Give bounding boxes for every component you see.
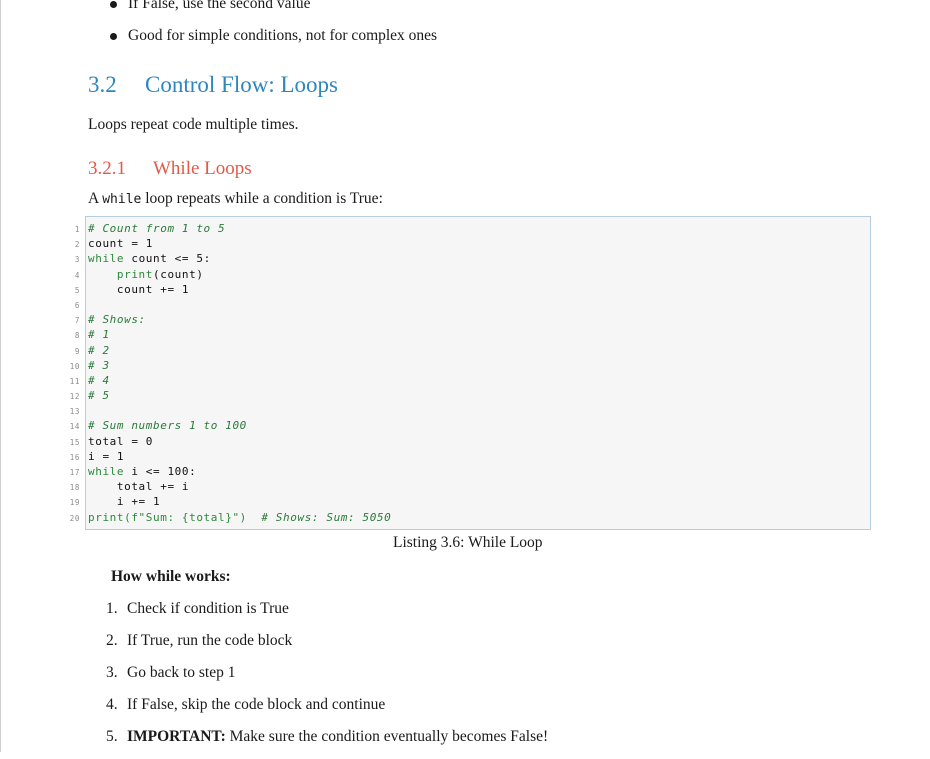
bullet-list: If False, use the second value Good for … xyxy=(108,0,437,56)
code-keyword: print xyxy=(116,267,154,281)
code-line: 14 # Sum numbers 1 to 100 xyxy=(66,418,391,433)
code-line: 18 total += i xyxy=(66,479,391,494)
line-number: 15 xyxy=(69,437,80,447)
code-line: 17 while i <= 100: xyxy=(66,464,391,479)
step-item: 3. Go back to step 1 xyxy=(106,663,548,695)
inline-code: while xyxy=(102,192,142,207)
line-number: 11 xyxy=(69,376,80,386)
line-number: 18 xyxy=(69,483,80,493)
line-number: 9 xyxy=(74,346,80,356)
intro-before: A xyxy=(88,190,103,207)
line-number: 1 xyxy=(74,225,80,234)
code-text: # Count from 1 to 5 xyxy=(88,222,226,235)
code-line: 5 count += 1 xyxy=(66,282,391,297)
section-number: 3.2 xyxy=(88,72,117,97)
code-line: 20 print(f"Sum: {total}") # Shows: Sum: 5… xyxy=(66,510,391,525)
code-line: 19 i += 1 xyxy=(66,494,391,509)
line-number: 3 xyxy=(74,255,80,265)
step-number: 4. xyxy=(106,696,118,713)
code-text: # 1 xyxy=(88,328,110,342)
code-line: 11 # 4 xyxy=(66,373,391,388)
code-text: total = 0 xyxy=(88,434,154,448)
listing-caption: Listing 3.6: While Loop xyxy=(393,534,543,551)
code-text: count += 1 xyxy=(88,282,190,296)
code-line: 4 print(count) xyxy=(66,267,391,282)
code-text: i += 1 xyxy=(88,495,161,509)
code-text: count <= 5: xyxy=(124,252,211,266)
code-keyword: while xyxy=(88,465,125,478)
step-text: Make sure the condition eventually becom… xyxy=(225,728,549,745)
line-number: 20 xyxy=(69,513,80,523)
line-number: 16 xyxy=(69,452,80,462)
line-number: 19 xyxy=(69,498,80,508)
code-text: # 4 xyxy=(88,373,110,387)
code-line: 13 xyxy=(66,403,391,418)
code-text: # Shows: xyxy=(88,313,146,327)
line-number: 2 xyxy=(74,240,80,250)
code-text: i = 1 xyxy=(88,449,125,463)
code-line: 12 # 5 xyxy=(66,388,391,403)
line-number: 8 xyxy=(74,331,80,341)
section-intro: Loops repeat code multiple times. xyxy=(88,116,299,133)
code-line: 10 # 3 xyxy=(66,358,391,373)
subsection-number: 3.2.1 xyxy=(88,158,126,179)
subsection-heading: 3.2.1 While Loops xyxy=(88,158,252,180)
step-emphasis: IMPORTANT: xyxy=(127,728,226,745)
code-text: (count) xyxy=(153,267,204,281)
code-line: 15 total = 0 xyxy=(66,434,391,449)
section-heading: 3.2 Control Flow: Loops xyxy=(88,72,338,98)
step-text: If True, run the code block xyxy=(127,632,293,649)
step-item: 2. If True, run the code block xyxy=(106,631,548,663)
step-item: 4. If False, skip the code block and cont… xyxy=(106,695,548,727)
code-text: i <= 100: xyxy=(124,465,197,478)
code-listing: 1 # Count from 1 to 5 2 count = 1 3 while cou… xyxy=(66,221,391,525)
code-keyword: print(f"Sum: {total}") xyxy=(88,510,247,524)
code-text: total += i xyxy=(88,480,190,494)
intro-paragraph: A while loop repeats while a condition i… xyxy=(88,190,383,208)
line-number: 5 xyxy=(74,285,80,295)
step-text: Check if condition is True xyxy=(127,600,289,617)
bullet-item: Good for simple conditions, not for comp… xyxy=(108,24,437,56)
bullet-item: If False, use the second value xyxy=(108,0,437,24)
step-item: 5. IMPORTANT: Make sure the condition eve… xyxy=(106,727,548,759)
line-number: 4 xyxy=(74,270,80,280)
how-title: How while works: xyxy=(111,568,231,585)
code-text: # Sum numbers 1 to 100 xyxy=(88,419,247,433)
code-text: # 3 xyxy=(88,358,110,372)
line-number: 6 xyxy=(74,300,80,310)
line-number: 14 xyxy=(69,422,80,432)
code-text: count = 1 xyxy=(88,237,154,251)
code-keyword: while xyxy=(88,252,125,266)
step-item: 1. Check if condition is True xyxy=(106,599,548,631)
code-text: # 5 xyxy=(88,389,110,403)
subsection-title: While Loops xyxy=(153,158,252,179)
intro-after: loop repeats while a condition is True: xyxy=(141,190,383,207)
code-line: 8 # 1 xyxy=(66,327,391,342)
code-line: 16 i = 1 xyxy=(66,449,391,464)
code-line: 2 count = 1 xyxy=(66,236,391,251)
step-number: 5. xyxy=(106,728,118,745)
line-number: 13 xyxy=(69,407,80,417)
line-number: 12 xyxy=(69,392,80,402)
line-number: 17 xyxy=(69,468,80,477)
step-number: 1. xyxy=(106,600,118,617)
line-number: 10 xyxy=(69,361,80,371)
step-number: 3. xyxy=(106,664,118,681)
code-line: 7 # Shows: xyxy=(66,312,391,327)
line-number: 7 xyxy=(74,316,80,326)
step-text: Go back to step 1 xyxy=(127,664,236,681)
section-title: Control Flow: Loops xyxy=(145,72,338,97)
code-line: 6 xyxy=(66,297,391,312)
step-number: 2. xyxy=(106,632,118,649)
step-text: If False, skip the code block and contin… xyxy=(127,696,386,713)
code-line: 1 # Count from 1 to 5 xyxy=(66,221,391,236)
page-edge xyxy=(0,0,1,752)
code-line: 3 while count <= 5: xyxy=(66,251,391,266)
steps-list: 1. Check if condition is True 2. If True, r… xyxy=(106,599,548,759)
code-line: 9 # 2 xyxy=(66,343,391,358)
code-comment: # Shows: Sum: 5050 xyxy=(261,510,392,524)
code-text: # 2 xyxy=(88,343,110,357)
